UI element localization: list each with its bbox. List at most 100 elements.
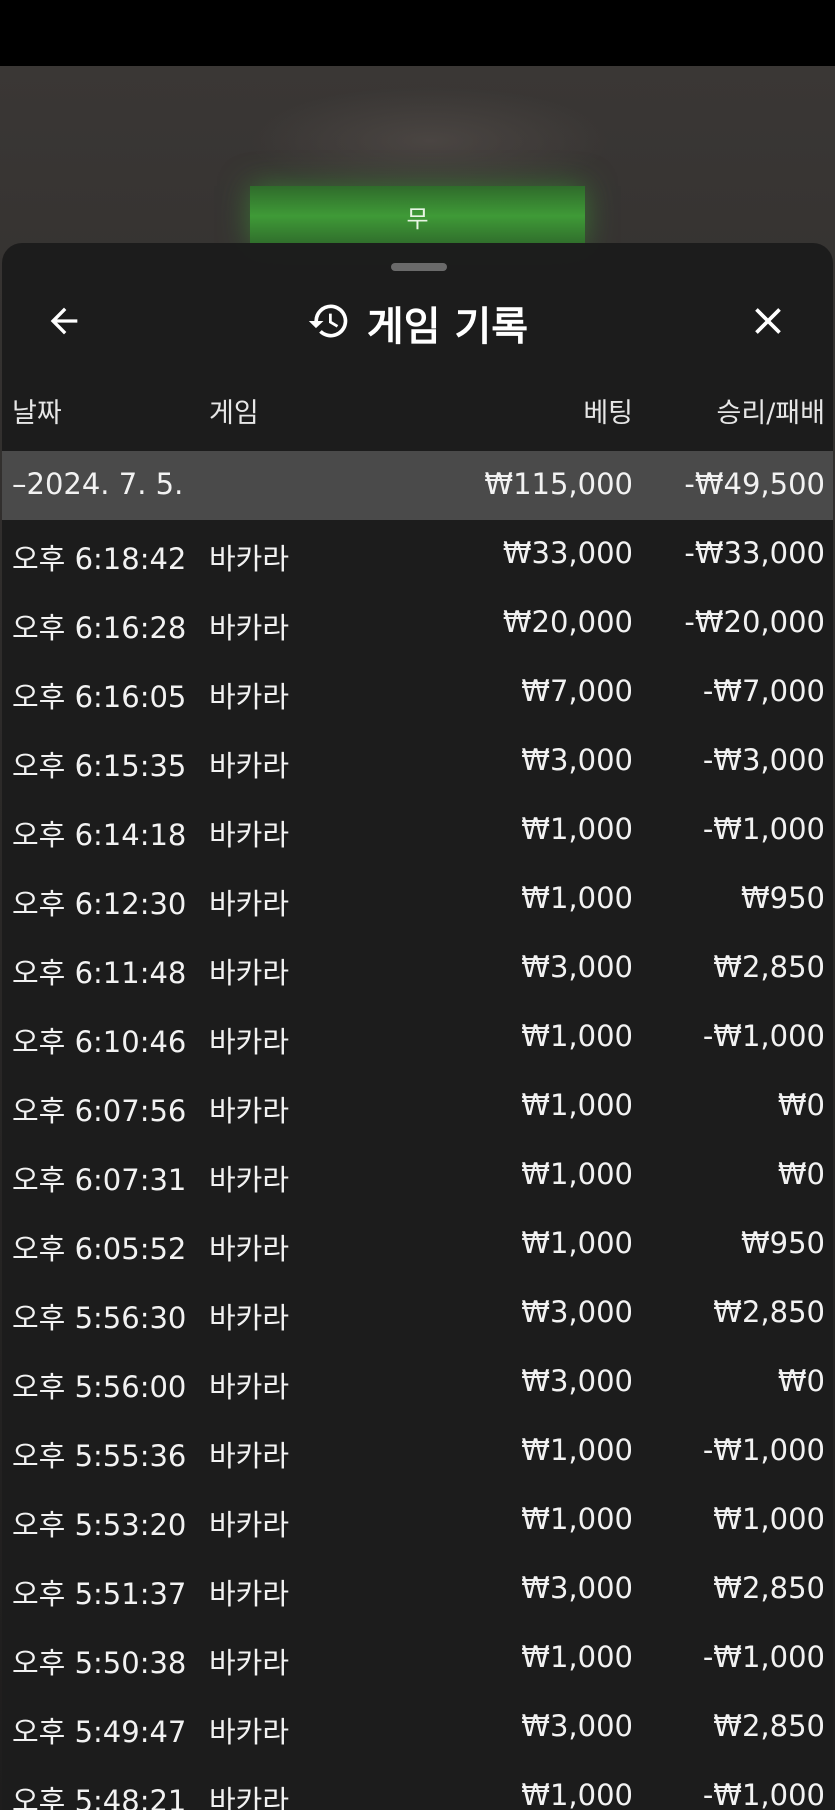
row-bet: ₩33,000 [502, 536, 633, 570]
row-bet: ₩1,000 [521, 1019, 633, 1053]
history-icon [307, 299, 351, 347]
row-game: 바카라 [209, 1646, 290, 1680]
table-row[interactable]: 오후 5:50:38 바카라 ₩1,000 -₩1,000 [2, 1624, 833, 1693]
row-game: 바카라 [209, 611, 290, 645]
draw-result-banner: 무 [250, 186, 585, 246]
row-result: -₩1,000 [702, 1778, 825, 1810]
screen: 무 게임 기록 날짜 게임 베팅 승리/패배 –2024. 7. 5. ₩115… [0, 0, 835, 1810]
table-row[interactable]: 오후 5:56:00 바카라 ₩3,000 ₩0 [2, 1348, 833, 1417]
row-result: ₩2,850 [713, 1295, 825, 1329]
row-time: 오후 6:18:42 [12, 542, 187, 576]
row-result: -₩1,000 [702, 1019, 825, 1053]
row-result: -₩1,000 [702, 1640, 825, 1674]
row-result: ₩0 [777, 1157, 825, 1191]
row-time: 오후 6:16:05 [12, 680, 187, 714]
table-row[interactable]: 오후 6:07:31 바카라 ₩1,000 ₩0 [2, 1141, 833, 1210]
sheet-header: 게임 기록 [2, 283, 833, 363]
row-time: 오후 6:12:30 [12, 887, 187, 921]
row-game: 바카라 [209, 1301, 290, 1335]
column-date: 날짜 [12, 398, 62, 429]
history-table: –2024. 7. 5. ₩115,000 -₩49,500 오후 6:18:4… [2, 451, 833, 1810]
row-bet: ₩7,000 [521, 674, 633, 708]
row-bet: ₩1,000 [521, 1226, 633, 1260]
row-time: 오후 6:15:35 [12, 749, 187, 783]
row-result: -₩33,000 [684, 536, 825, 570]
row-game: 바카라 [209, 1025, 290, 1059]
table-row[interactable]: 오후 6:12:30 바카라 ₩1,000 ₩950 [2, 865, 833, 934]
row-game: 바카라 [209, 542, 290, 576]
column-bet: 베팅 [583, 398, 633, 429]
backdrop-blur [250, 86, 610, 196]
row-result: ₩2,850 [713, 1571, 825, 1605]
table-row[interactable]: 오후 6:05:52 바카라 ₩1,000 ₩950 [2, 1210, 833, 1279]
row-game: 바카라 [209, 1577, 290, 1611]
row-time: 오후 5:55:36 [12, 1439, 187, 1473]
row-result: -₩7,000 [702, 674, 825, 708]
row-time: 오후 5:48:21 [12, 1784, 187, 1810]
row-time: 오후 5:49:47 [12, 1715, 187, 1749]
row-result: -₩3,000 [702, 743, 825, 777]
summary-date: –2024. 7. 5. [12, 467, 184, 501]
row-bet: ₩3,000 [521, 1571, 633, 1605]
table-row[interactable]: 오후 5:48:21 바카라 ₩1,000 -₩1,000 [2, 1762, 833, 1810]
row-result: ₩0 [777, 1088, 825, 1122]
row-bet: ₩1,000 [521, 1433, 633, 1467]
row-bet: ₩3,000 [521, 1364, 633, 1398]
row-result: -₩1,000 [702, 1433, 825, 1467]
row-game: 바카라 [209, 956, 290, 990]
table-row[interactable]: 오후 6:18:42 바카라 ₩33,000 -₩33,000 [2, 520, 833, 589]
table-row[interactable]: 오후 6:10:46 바카라 ₩1,000 -₩1,000 [2, 1003, 833, 1072]
row-bet: ₩20,000 [502, 605, 633, 639]
row-result: ₩950 [740, 881, 825, 915]
row-result: ₩2,850 [713, 950, 825, 984]
row-time: 오후 5:56:30 [12, 1301, 187, 1335]
column-win-loss: 승리/패배 [716, 398, 825, 429]
row-time: 오후 5:53:20 [12, 1508, 187, 1542]
row-bet: ₩1,000 [521, 1088, 633, 1122]
sheet-drag-handle[interactable] [391, 263, 447, 271]
table-row[interactable]: 오후 5:49:47 바카라 ₩3,000 ₩2,850 [2, 1693, 833, 1762]
row-result: ₩0 [777, 1364, 825, 1398]
row-time: 오후 6:14:18 [12, 818, 187, 852]
page-title: 게임 기록 [366, 304, 529, 350]
row-result: -₩20,000 [684, 605, 825, 639]
row-game: 바카라 [209, 1163, 290, 1197]
back-button[interactable] [38, 297, 90, 349]
row-time: 오후 5:51:37 [12, 1577, 187, 1611]
table-row[interactable]: 오후 5:51:37 바카라 ₩3,000 ₩2,850 [2, 1555, 833, 1624]
row-time: 오후 6:05:52 [12, 1232, 187, 1266]
table-header: 날짜 게임 베팅 승리/패배 [2, 383, 833, 433]
row-game: 바카라 [209, 1094, 290, 1128]
row-time: 오후 6:07:31 [12, 1163, 187, 1197]
game-history-sheet: 게임 기록 날짜 게임 베팅 승리/패배 –2024. 7. 5. ₩115,0… [2, 243, 833, 1810]
table-row[interactable]: 오후 6:07:56 바카라 ₩1,000 ₩0 [2, 1072, 833, 1141]
row-bet: ₩1,000 [521, 1502, 633, 1536]
close-button[interactable] [742, 297, 794, 349]
row-bet: ₩3,000 [521, 1295, 633, 1329]
table-row[interactable]: 오후 6:11:48 바카라 ₩3,000 ₩2,850 [2, 934, 833, 1003]
row-game: 바카라 [209, 1439, 290, 1473]
row-time: 오후 5:56:00 [12, 1370, 187, 1404]
table-row[interactable]: 오후 5:56:30 바카라 ₩3,000 ₩2,850 [2, 1279, 833, 1348]
summary-bet: ₩115,000 [484, 467, 633, 501]
row-result: ₩2,850 [713, 1709, 825, 1743]
row-game: 바카라 [209, 1232, 290, 1266]
table-row[interactable]: 오후 5:55:36 바카라 ₩1,000 -₩1,000 [2, 1417, 833, 1486]
table-row[interactable]: 오후 6:15:35 바카라 ₩3,000 -₩3,000 [2, 727, 833, 796]
row-result: ₩1,000 [713, 1502, 825, 1536]
table-row[interactable]: 오후 6:16:05 바카라 ₩7,000 -₩7,000 [2, 658, 833, 727]
row-bet: ₩1,000 [521, 1157, 633, 1191]
row-game: 바카라 [209, 887, 290, 921]
row-bet: ₩1,000 [521, 1640, 633, 1674]
date-summary-row[interactable]: –2024. 7. 5. ₩115,000 -₩49,500 [2, 451, 833, 520]
row-game: 바카라 [209, 680, 290, 714]
table-row[interactable]: 오후 6:14:18 바카라 ₩1,000 -₩1,000 [2, 796, 833, 865]
table-row[interactable]: 오후 5:53:20 바카라 ₩1,000 ₩1,000 [2, 1486, 833, 1555]
row-game: 바카라 [209, 1715, 290, 1749]
row-bet: ₩3,000 [521, 1709, 633, 1743]
row-game: 바카라 [209, 1784, 290, 1810]
row-bet: ₩3,000 [521, 743, 633, 777]
row-time: 오후 6:10:46 [12, 1025, 187, 1059]
row-bet: ₩1,000 [521, 1778, 633, 1810]
table-row[interactable]: 오후 6:16:28 바카라 ₩20,000 -₩20,000 [2, 589, 833, 658]
